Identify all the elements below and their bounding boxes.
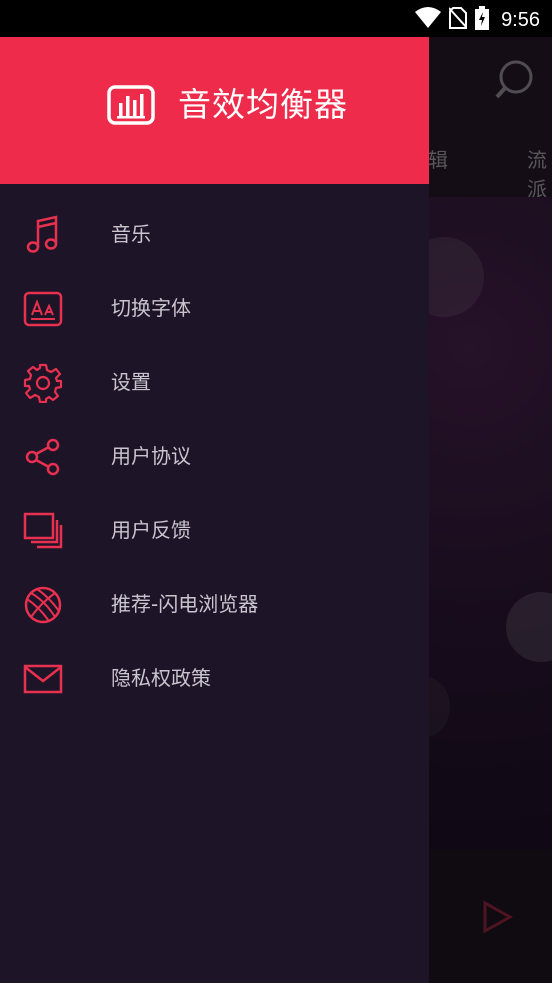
font-icon: [23, 289, 63, 329]
globe-icon: [23, 585, 63, 625]
mail-icon: [23, 659, 63, 699]
menu-item-music[interactable]: 音乐: [0, 197, 429, 271]
feedback-icon: [23, 511, 63, 551]
battery-charging-icon: [475, 6, 490, 34]
music-note-icon: [23, 215, 63, 255]
menu-label: 推荐-闪电浏览器: [111, 592, 259, 616]
menu-label: 音乐: [111, 222, 151, 246]
menu-item-recommend-browser[interactable]: 推荐-闪电浏览器: [0, 567, 429, 641]
status-icons: 9:56: [415, 6, 540, 34]
menu-label: 隐私权政策: [111, 666, 211, 690]
equalizer-icon: [107, 85, 155, 129]
gear-icon: [23, 363, 63, 404]
menu-item-settings[interactable]: 设置: [0, 345, 429, 419]
share-icon: [23, 437, 63, 477]
menu-item-user-feedback[interactable]: 用户反馈: [0, 493, 429, 567]
menu-label: 切换字体: [111, 296, 191, 320]
menu-label: 设置: [111, 370, 151, 394]
menu-item-privacy-policy[interactable]: 隐私权政策: [0, 641, 429, 715]
navigation-drawer: 音效均衡器 音乐 切换字体 设置 用户协议 用户反馈 推荐-闪电浏览器 隐私权政…: [0, 37, 429, 983]
status-time: 9:56: [501, 8, 540, 31]
status-bar: 9:56: [0, 0, 552, 37]
no-sim-icon: [448, 7, 468, 33]
menu-item-switch-font[interactable]: 切换字体: [0, 271, 429, 345]
drawer-title: 音效均衡器: [178, 85, 348, 124]
wifi-icon: [415, 7, 442, 33]
drawer-header: 音效均衡器: [0, 37, 429, 184]
menu-item-user-agreement[interactable]: 用户协议: [0, 419, 429, 493]
menu-label: 用户反馈: [111, 518, 191, 542]
menu-label: 用户协议: [111, 444, 191, 468]
